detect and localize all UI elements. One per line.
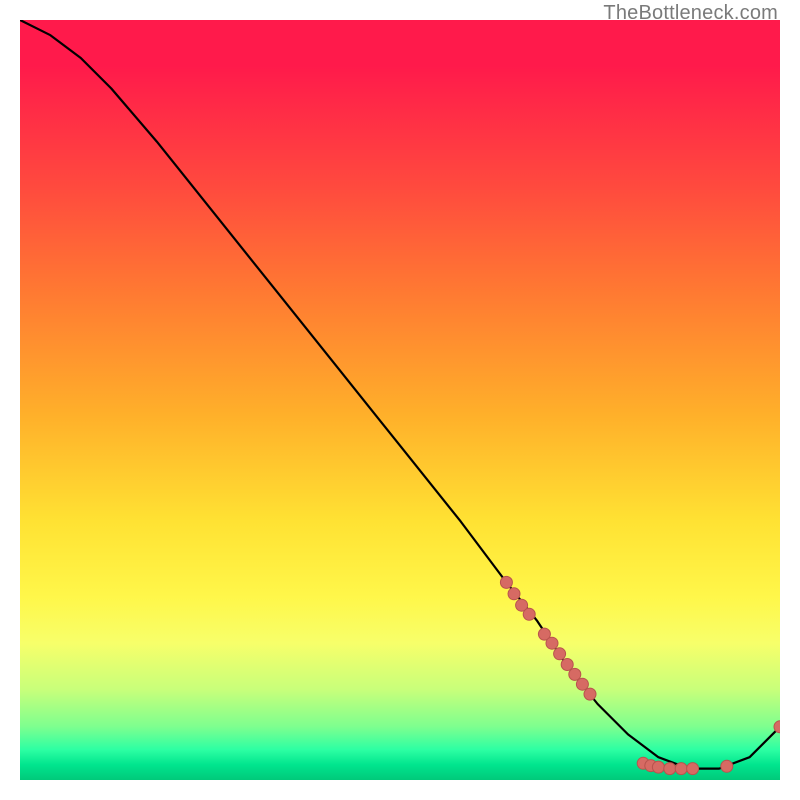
plot-area — [20, 20, 780, 780]
marker-point — [569, 668, 581, 680]
marker-point — [675, 763, 687, 775]
marker-point — [652, 761, 664, 773]
bottleneck-curve — [20, 20, 780, 769]
marker-point — [576, 678, 588, 690]
chart-overlay — [20, 20, 780, 780]
marker-point — [687, 763, 699, 775]
marker-point — [561, 659, 573, 671]
marker-point — [664, 763, 676, 775]
marker-point — [523, 608, 535, 620]
chart-canvas: TheBottleneck.com — [0, 0, 800, 800]
watermark-text: TheBottleneck.com — [603, 2, 778, 25]
marker-point — [554, 648, 566, 660]
marker-point — [721, 760, 733, 772]
marker-point — [546, 637, 558, 649]
marker-point — [508, 588, 520, 600]
marker-point — [584, 688, 596, 700]
marker-point — [500, 576, 512, 588]
